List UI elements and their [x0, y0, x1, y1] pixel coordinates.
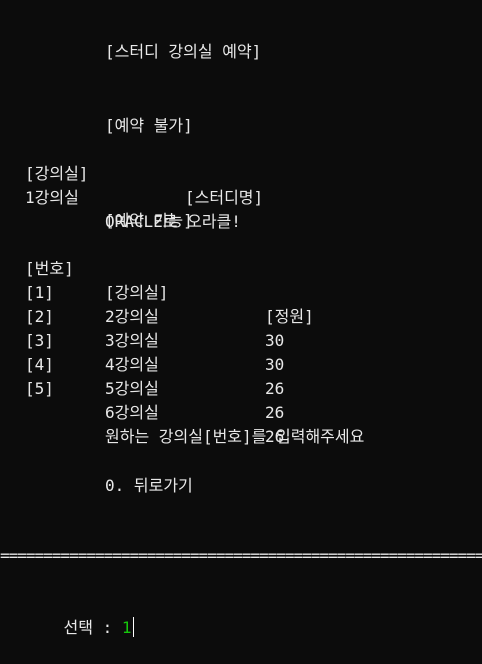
input-prompt: 원하는 강의실[번호]를 입력해주세요 — [105, 427, 365, 446]
available-heading: [예약 가능] — [105, 211, 193, 230]
page-title: [스터디 강의실 예약] — [105, 42, 262, 61]
room-cell: 1강의실 — [25, 188, 79, 207]
console-window: [스터디 강의실 예약] [예약 불가] [강의실] [스터디명] 1강의실 O… — [0, 0, 482, 637]
unavailable-header-row: [강의실] [스터디명] — [25, 138, 425, 207]
room-cell: 5강의실 — [105, 379, 159, 398]
col-study-header: [스터디명] — [185, 188, 264, 207]
input-line[interactable]: 선택 : 1 — [25, 592, 134, 637]
table-row: [4] 5강의실 26 — [25, 329, 425, 422]
no-cell: [5] — [25, 379, 54, 398]
table-row: [1] 2강의실 30 — [25, 257, 425, 350]
unavailable-row: 1강의실 ORACLE로 오라클! — [25, 162, 425, 231]
separator-line: ========================================… — [0, 546, 482, 565]
back-option: 0. 뒤로가기 — [105, 476, 193, 495]
unavailable-heading: [예약 불가] — [105, 116, 193, 135]
capacity-cell: 26 — [265, 403, 285, 422]
available-header-row: [번호] [강의실] [정원] — [25, 233, 425, 326]
capacity-cell: 26 — [265, 379, 285, 398]
input-label: 선택 : — [63, 618, 122, 637]
table-row: [5] 6강의실 26 — [25, 353, 425, 446]
table-row: [2] 3강의실 30 — [25, 281, 425, 374]
room-cell: 6강의실 — [105, 403, 159, 422]
text-cursor — [132, 617, 134, 637]
table-row: [3] 4강의실 26 — [25, 305, 425, 398]
selection-input[interactable]: 1 — [122, 618, 132, 637]
